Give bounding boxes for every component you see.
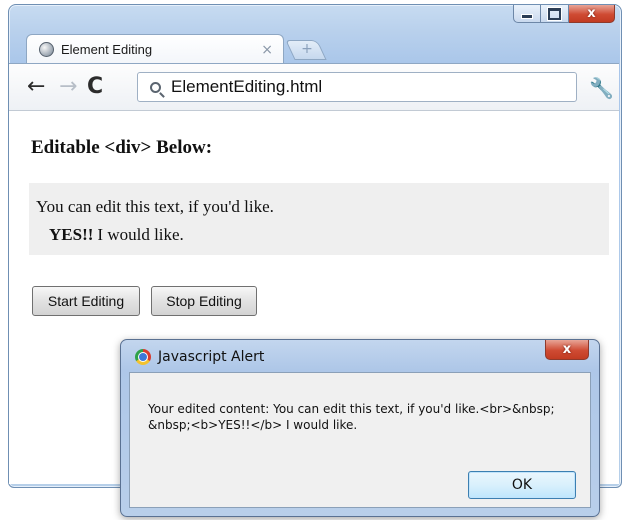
close-window-button[interactable]: x [569,5,615,23]
dialog-body: Your edited content: You can edit this t… [129,372,591,508]
wrench-icon[interactable]: 🔧 [589,76,614,100]
window-controls: x [513,5,615,23]
tab-element-editing[interactable]: Element Editing × [26,34,284,64]
page-heading: Editable <div> Below: [31,137,213,158]
ok-button[interactable]: OK [468,471,576,499]
maximize-button[interactable] [541,5,569,23]
editable-line-1: You can edit this text, if you'd like. [36,197,274,216]
search-icon [150,81,161,93]
dialog-titlebar: Javascript Alert [135,349,264,365]
close-icon: x [587,6,596,21]
dialog-close-button[interactable]: x [545,340,589,360]
dialog-title: Javascript Alert [158,349,265,365]
alert-message: Your edited content: You can edit this t… [148,402,555,432]
editable-bold-text: YES!! [49,225,94,244]
minimize-icon [522,15,532,18]
start-editing-button[interactable]: Start Editing [32,286,140,316]
back-arrow-icon[interactable]: ← [27,76,45,98]
editable-line-2-rest: I would like. [97,225,184,244]
editable-line-2: YES!! I would like. [49,225,184,245]
browser-toolbar: ← → C ElementEditing.html 🔧 [9,63,619,111]
editable-div[interactable]: You can edit this text, if you'd like. Y… [29,183,609,255]
address-bar[interactable]: ElementEditing.html [137,72,577,102]
close-icon: x [562,342,572,357]
chrome-icon [135,349,151,365]
tab-close-icon[interactable]: × [261,42,273,58]
reload-icon[interactable]: C [87,76,103,98]
javascript-alert-dialog: Javascript Alert x Your edited content: … [120,339,600,517]
maximize-icon [548,7,561,20]
minimize-button[interactable] [513,5,541,23]
address-bar-url: ElementEditing.html [171,77,323,96]
tab-title: Element Editing [61,42,153,57]
forward-arrow-icon[interactable]: → [59,76,77,98]
new-tab-plus-icon: + [301,41,313,57]
stop-editing-button[interactable]: Stop Editing [151,286,257,316]
globe-icon [39,42,54,57]
